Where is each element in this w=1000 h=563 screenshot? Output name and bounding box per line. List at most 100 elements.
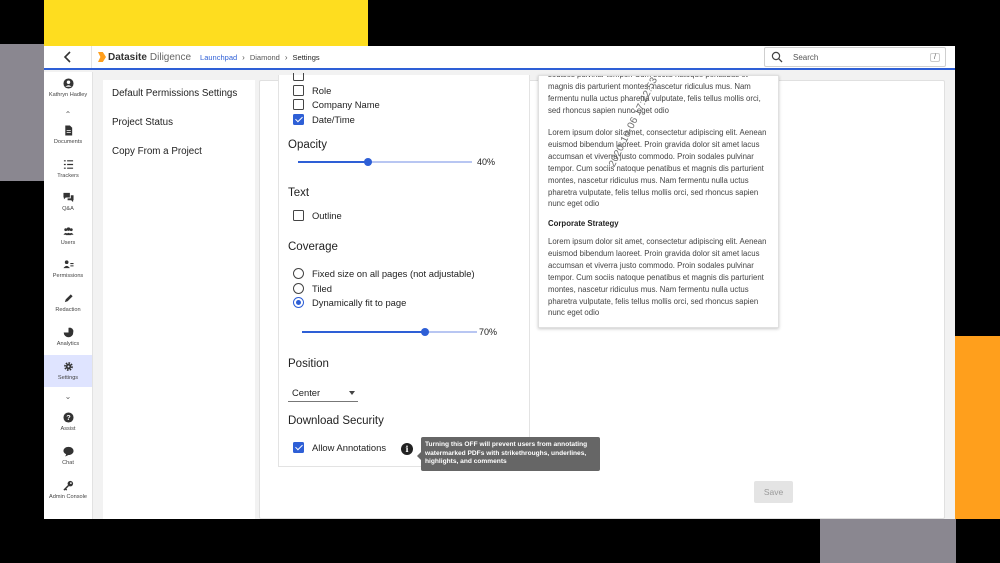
collapse-up-icon[interactable]: ⌃ <box>44 109 92 119</box>
key-icon <box>62 480 73 491</box>
opacity-value: 40% <box>477 157 496 167</box>
search-shortcut-hint: / <box>930 52 940 62</box>
save-button[interactable]: Save <box>754 481 793 503</box>
settings-nav-item-copy-from-project[interactable]: Copy From a Project <box>112 146 202 157</box>
permissions-icon <box>62 260 74 269</box>
text-heading: Text <box>288 187 310 199</box>
datasite-logo-icon <box>98 52 106 62</box>
checkbox[interactable] <box>293 73 304 81</box>
sidebar-item-user-profile[interactable]: Kathryn Hadley <box>44 72 92 104</box>
checkbox-row-allow-annotations[interactable]: Allow Annotations <box>293 442 386 453</box>
checkbox-row-company-name[interactable]: Company Name <box>293 99 380 110</box>
position-select-value: Center <box>292 387 321 398</box>
sidebar-item-permissions[interactable]: Permissions <box>44 253 92 285</box>
logo-text: Datasite <box>108 51 147 63</box>
search-icon <box>771 51 783 63</box>
decor-grey-block-bottom <box>820 519 956 563</box>
allow-annotations-label: Allow Annotations <box>312 442 387 453</box>
settings-nav-item-default-permissions[interactable]: Default Permissions Settings <box>112 88 237 99</box>
role-checkbox[interactable] <box>293 85 304 96</box>
slider-fill <box>298 161 368 163</box>
svg-text:?: ? <box>66 413 71 422</box>
outline-label: Outline <box>312 210 342 221</box>
chevron-right-icon: › <box>284 52 288 62</box>
dynamic-fit-radio[interactable] <box>293 297 304 308</box>
date-time-checkbox[interactable] <box>293 114 304 125</box>
sidebar-item-chat[interactable]: Chat <box>44 440 92 472</box>
sidebar-item-label: Permissions <box>52 273 84 279</box>
sidebar-item-label: Users <box>60 240 76 246</box>
sidebar-item-qa[interactable]: Q&A <box>44 186 92 218</box>
radio-row-fixed-size[interactable]: Fixed size on all pages (not adjustable) <box>293 268 475 279</box>
company-name-label: Company Name <box>312 99 380 110</box>
info-icon[interactable]: i <box>401 443 413 455</box>
preview-paragraph: Lorem ipsum dolor sit amet, consectetur … <box>548 237 767 318</box>
sidebar-item-label: Admin Console <box>49 494 87 500</box>
settings-nav-item-project-status[interactable]: Project Status <box>112 117 173 128</box>
radio-row-tiled[interactable]: Tiled <box>293 283 332 294</box>
download-security-heading: Download Security <box>288 415 384 427</box>
collapse-down-icon[interactable]: ⌄ <box>44 391 92 401</box>
user-avatar-icon <box>62 78 74 89</box>
search-input[interactable] <box>793 52 923 62</box>
sidebar-item-label: Chat <box>62 460 74 466</box>
checkbox-row-role[interactable]: Role <box>293 85 331 96</box>
coverage-heading: Coverage <box>288 241 338 253</box>
watermark-form: Role Company Name Date/Time Opacity 40% … <box>278 73 530 467</box>
outline-checkbox[interactable] <box>293 210 304 221</box>
checkbox-row-outline[interactable]: Outline <box>293 210 342 221</box>
opacity-slider[interactable] <box>298 157 472 167</box>
sidebar-item-assist[interactable]: ? Assist <box>44 406 92 438</box>
preview-heading: Corporate Strategy <box>548 219 619 228</box>
fixed-size-radio[interactable] <box>293 268 304 279</box>
decor-orange-block <box>955 336 1000 519</box>
sidebar-item-analytics[interactable]: Analytics <box>44 321 92 353</box>
list-icon <box>63 160 73 169</box>
watermark-settings-panel: Role Company Name Date/Time Opacity 40% … <box>259 73 945 519</box>
sidebar-item-users[interactable]: Users <box>44 220 92 252</box>
breadcrumb: Launchpad › Diamond › Settings <box>200 53 320 62</box>
chat-icon <box>62 446 74 457</box>
app-logo[interactable]: Datasite Diligence <box>98 52 191 63</box>
sidebar-item-admin-console[interactable]: Admin Console <box>44 474 92 506</box>
sidebar: Kathryn Hadley ⌃ Documents Trackers Q&A … <box>44 72 93 519</box>
allow-annotations-checkbox[interactable] <box>293 442 304 453</box>
pie-chart-icon <box>63 327 74 338</box>
sidebar-item-trackers[interactable]: Trackers <box>44 153 92 185</box>
sidebar-item-redaction[interactable]: Redaction <box>44 287 92 319</box>
company-name-checkbox[interactable] <box>293 99 304 110</box>
tiled-radio[interactable] <box>293 283 304 294</box>
sidebar-item-settings[interactable]: Settings <box>44 355 92 387</box>
sidebar-item-label: Documents <box>53 139 83 145</box>
users-icon <box>62 227 74 236</box>
coverage-slider[interactable] <box>302 327 477 337</box>
settings-nav: Default Permissions Settings Project Sta… <box>103 80 255 519</box>
decor-yellow-block <box>44 0 368 46</box>
preview-paragraph: Lorem ipsum dolor sit amet, consectetur … <box>548 128 767 209</box>
pen-icon <box>64 294 73 303</box>
slider-fill <box>302 331 425 333</box>
gear-icon <box>63 362 73 371</box>
sidebar-item-label: Redaction <box>55 307 81 313</box>
tiled-label: Tiled <box>312 283 332 294</box>
caret-down-icon <box>349 391 355 395</box>
slider-thumb[interactable] <box>420 328 429 336</box>
opacity-heading: Opacity <box>288 139 327 151</box>
top-bar: Datasite Diligence Launchpad › Diamond ›… <box>44 46 955 70</box>
allow-annotations-tooltip: Turning this OFF will prevent users from… <box>417 437 600 471</box>
radio-row-dynamic-fit[interactable]: Dynamically fit to page <box>293 297 406 308</box>
decor-grey-block-left <box>0 44 44 181</box>
sidebar-item-documents[interactable]: Documents <box>44 119 92 151</box>
back-button[interactable] <box>44 46 92 68</box>
help-icon: ? <box>62 412 74 423</box>
checkbox-row-date-time[interactable]: Date/Time <box>293 114 355 125</box>
app-window: Datasite Diligence Launchpad › Diamond ›… <box>44 46 955 519</box>
sidebar-item-label: Trackers <box>57 173 79 179</box>
logo-subtext: Diligence <box>149 51 192 63</box>
breadcrumb-project[interactable]: Diamond <box>250 53 280 62</box>
search-box[interactable]: / <box>764 47 946 67</box>
slider-thumb[interactable] <box>363 158 372 166</box>
position-select[interactable]: Center <box>288 386 358 402</box>
breadcrumb-launchpad[interactable]: Launchpad <box>200 53 237 62</box>
document-icon <box>64 125 72 136</box>
